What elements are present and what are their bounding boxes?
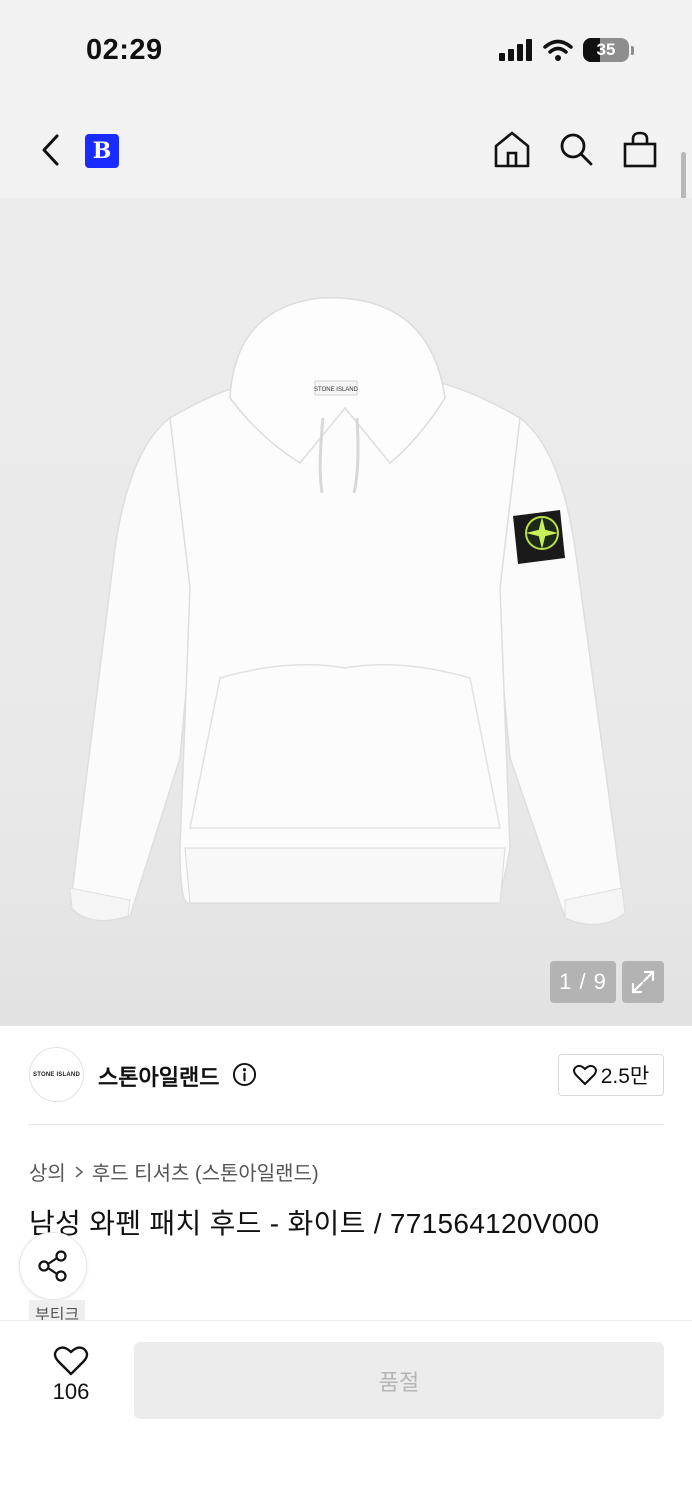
- share-icon: [38, 1250, 67, 1282]
- info-icon[interactable]: [232, 1062, 257, 1087]
- expand-image-button[interactable]: [622, 961, 664, 1003]
- compass-badge-patch: [513, 510, 565, 564]
- brand-name[interactable]: 스톤아일랜드: [98, 1060, 219, 1092]
- image-counter: 1 / 9: [550, 961, 616, 1003]
- breadcrumb-subcategory[interactable]: 후드 티셔츠 (스톤아일랜드): [92, 1157, 319, 1186]
- expand-icon: [631, 970, 655, 994]
- brand-badge[interactable]: B: [85, 134, 119, 168]
- soldout-button[interactable]: 품절: [134, 1342, 664, 1419]
- divider: [28, 1124, 664, 1125]
- back-button[interactable]: [34, 130, 66, 170]
- home-button[interactable]: [492, 128, 532, 170]
- heart-icon: [53, 1346, 89, 1376]
- brand-logo[interactable]: STONE ISLAND: [29, 1047, 84, 1102]
- shopping-bag-icon: [623, 131, 657, 168]
- wishlist-count: 106: [52, 1379, 90, 1404]
- home-icon: [494, 131, 530, 168]
- svg-text:STONE ISLAND: STONE ISLAND: [314, 387, 359, 393]
- product-title: 남성 와펜 패치 후드 - 화이트 / 771564120V000: [29, 1208, 600, 1239]
- status-time: 02:29: [86, 34, 163, 66]
- cellular-signal-icon: [499, 39, 532, 61]
- breadcrumb-category[interactable]: 상의: [29, 1157, 66, 1186]
- battery-tip: [631, 45, 634, 55]
- breadcrumb: 상의 후드 티셔츠 (스톤아일랜드): [29, 1157, 319, 1186]
- status-icons: 35: [499, 38, 634, 62]
- search-icon: [560, 133, 593, 166]
- share-button[interactable]: [19, 1232, 87, 1300]
- wishlist-button[interactable]: 106: [40, 1345, 102, 1415]
- chevron-right-icon: [75, 1165, 84, 1178]
- heart-icon: [572, 1064, 597, 1085]
- product-image-gallery[interactable]: STONE ISLAND 1 / 9: [0, 198, 692, 1026]
- brand-like-button[interactable]: 2.5만: [558, 1054, 664, 1096]
- product-image: STONE ISLAND: [69, 297, 626, 926]
- back-icon: [42, 134, 59, 166]
- battery-icon: 35: [583, 38, 629, 62]
- battery-level: 35: [596, 40, 616, 59]
- cart-button[interactable]: [620, 128, 660, 170]
- brand-like-count: 2.5만: [600, 1065, 650, 1088]
- search-button[interactable]: [556, 128, 596, 170]
- wifi-icon: [543, 39, 573, 61]
